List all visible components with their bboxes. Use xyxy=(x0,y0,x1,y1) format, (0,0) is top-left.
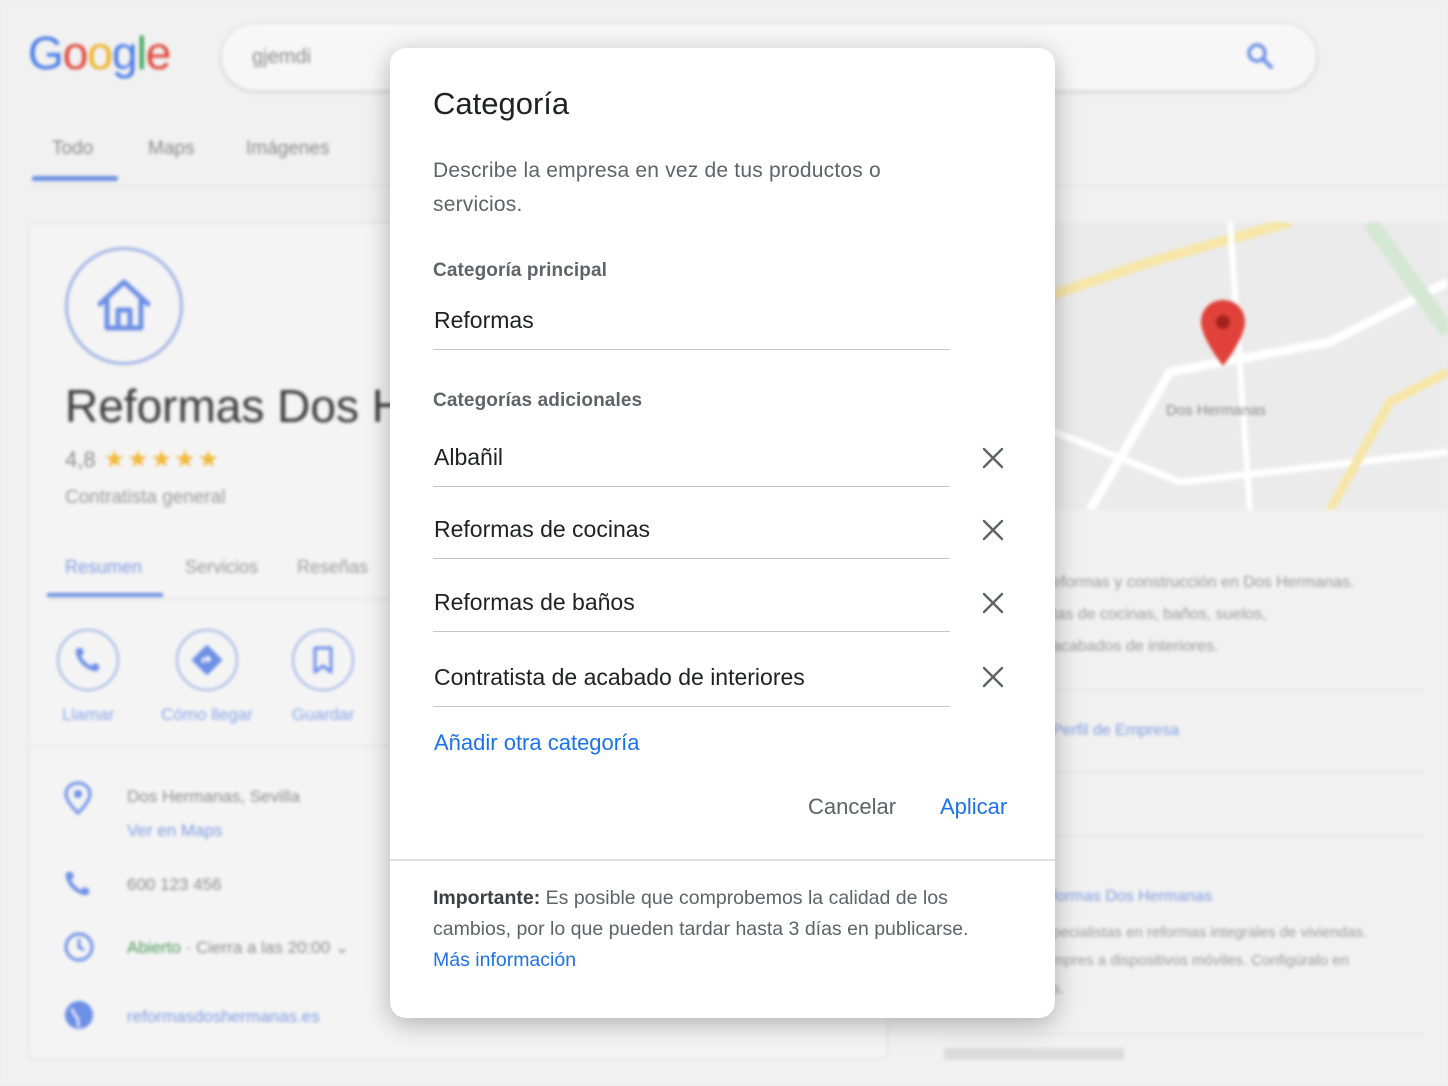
remove-category-button[interactable] xyxy=(978,662,1008,692)
category-dialog: Categoría Describe la empresa en vez de … xyxy=(390,48,1055,1018)
tab-imagenes[interactable]: Imágenes xyxy=(246,138,329,160)
map-thumbnail[interactable]: Dos Hermanas xyxy=(1030,222,1448,510)
website-link[interactable]: reformasdoshermanas.es xyxy=(127,1007,320,1027)
map-place-label: Dos Hermanas xyxy=(1166,402,1267,419)
house-icon xyxy=(97,279,151,331)
save-label: Guardar xyxy=(291,705,355,724)
apply-button[interactable]: Aplicar xyxy=(940,794,1007,820)
additional-category-value: Contratista de acabado de interiores xyxy=(434,664,805,690)
active-subtab-indicator xyxy=(47,593,163,597)
skeleton-bar xyxy=(944,1048,1124,1060)
search-query: gjemdi xyxy=(252,46,311,68)
phone-icon xyxy=(75,648,99,672)
close-icon xyxy=(982,519,1004,541)
add-category-link[interactable]: Añadir otra categoría xyxy=(434,730,639,756)
tab-resenas[interactable]: Reseñas xyxy=(297,557,368,578)
dialog-description: Describe la empresa en vez de tus produc… xyxy=(433,159,881,216)
chevron-down-icon[interactable]: ⌄ xyxy=(335,938,349,957)
desc-line: eformas y construcción en Dos Hermanas. xyxy=(1052,574,1355,591)
close-icon xyxy=(982,666,1004,688)
hours-status: Abierto xyxy=(127,938,181,957)
hours-detail: · Cierra a las 20:00 xyxy=(185,938,331,957)
phone-text: 600 123 456 xyxy=(127,875,222,894)
additional-category-field[interactable]: Albañil xyxy=(433,432,950,487)
additional-category-field[interactable]: Contratista de acabado de interiores xyxy=(433,652,950,707)
tab-servicios[interactable]: Servicios xyxy=(185,557,258,578)
additional-category-value: Albañil xyxy=(434,444,504,470)
additional-category-field[interactable]: Reformas de cocinas xyxy=(433,504,950,559)
close-icon xyxy=(982,592,1004,614)
important-note: Importante: Es posible que comprobemos l… xyxy=(433,883,993,976)
address-text: Dos Hermanas, Sevilla xyxy=(127,787,300,806)
map-link[interactable]: Ver en Maps xyxy=(127,821,222,841)
location-pin-icon xyxy=(64,781,92,816)
primary-category-label: Categoría principal xyxy=(433,260,607,281)
phone-row: 600 123 456 xyxy=(63,869,222,904)
divider xyxy=(944,1034,1424,1035)
dialog-divider xyxy=(390,859,1055,861)
bookmark-icon xyxy=(313,646,333,674)
cancel-button[interactable]: Cancelar xyxy=(808,794,896,820)
address-row: Dos Hermanas, Sevilla Ver en Maps xyxy=(63,781,300,840)
globe-icon xyxy=(65,1001,93,1029)
additional-categories-label: Categorías adicionales xyxy=(433,390,643,411)
additional-category-value: Reformas de cocinas xyxy=(434,516,651,542)
rating-value: 4,8 xyxy=(65,447,96,472)
remove-category-button[interactable] xyxy=(978,588,1008,618)
business-name: Reformas Dos H xyxy=(65,380,405,432)
phone-icon xyxy=(65,872,89,896)
clock-icon xyxy=(64,932,94,962)
business-type: Contratista general xyxy=(65,487,226,508)
star-icons: ★★★★★ xyxy=(103,446,222,473)
hours-row[interactable]: Abierto · Cierra a las 20:00 ⌄ xyxy=(63,931,349,968)
dialog-title: Categoría xyxy=(433,86,570,121)
directions-icon xyxy=(191,644,223,676)
post-line: mpres a dispositivos móviles. Configúral… xyxy=(1052,952,1349,969)
search-icon[interactable] xyxy=(1244,40,1276,77)
active-tab-indicator xyxy=(32,176,118,181)
business-avatar xyxy=(65,247,183,365)
tab-resumen[interactable]: Resumen xyxy=(65,557,142,578)
additional-category-value: Reformas de baños xyxy=(434,589,635,615)
close-icon xyxy=(982,447,1004,469)
desc-line: acabados de interiores. xyxy=(1052,638,1219,655)
post-line: pecialistas en reformas integrales de vi… xyxy=(1052,924,1368,941)
business-rating: 4,8 ★★★★★ xyxy=(65,445,221,474)
post-title[interactable]: formas Dos Hermanas xyxy=(1052,888,1212,906)
profile-link[interactable]: Perfil de Empresa xyxy=(1052,722,1179,740)
additional-category-field[interactable]: Reformas de baños xyxy=(433,577,950,632)
remove-category-button[interactable] xyxy=(978,515,1008,545)
more-info-link[interactable]: Más información xyxy=(433,949,576,971)
map-pin-icon xyxy=(1201,300,1245,366)
website-row: reformasdoshermanas.es xyxy=(63,999,320,1036)
google-logo: Google xyxy=(28,27,171,79)
primary-category-field[interactable]: Reformas xyxy=(433,295,950,350)
remove-category-button[interactable] xyxy=(978,443,1008,473)
tab-todo[interactable]: Todo xyxy=(52,138,93,160)
note-bold: Importante: xyxy=(433,887,541,909)
save-button[interactable]: Guardar xyxy=(253,629,393,725)
primary-category-value: Reformas xyxy=(434,307,534,333)
tab-maps[interactable]: Maps xyxy=(148,138,194,160)
desc-line: tas de cocinas, baños, suelos, xyxy=(1052,606,1267,623)
